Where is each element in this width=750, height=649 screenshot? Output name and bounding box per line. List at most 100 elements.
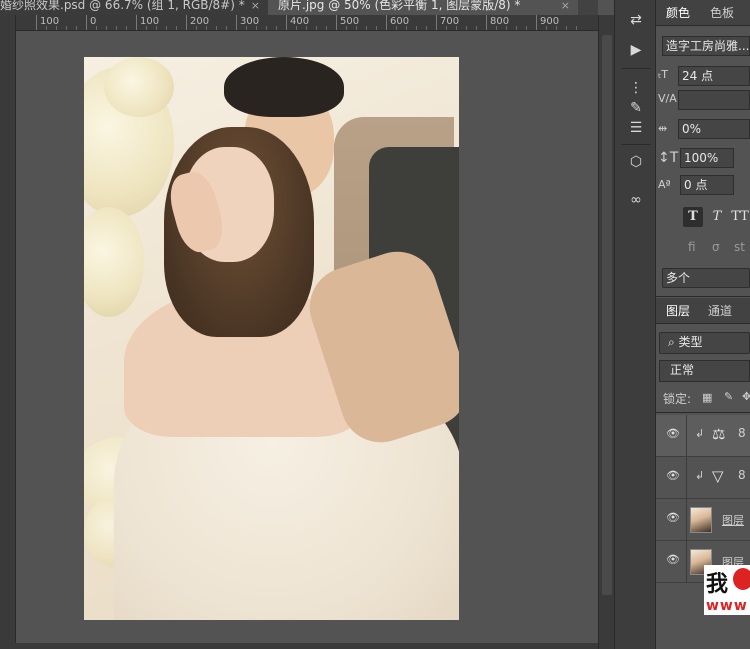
chain-link-icon[interactable]: 8 xyxy=(738,426,746,440)
bold-button[interactable]: T xyxy=(683,207,703,227)
ruler-minor-tick xyxy=(206,26,207,30)
watermark-logo-char: 我 xyxy=(706,571,729,597)
3d-cube-icon[interactable]: ⬡ xyxy=(626,152,646,172)
eye-icon[interactable]: 👁 xyxy=(666,470,680,481)
ligature-button[interactable]: fi xyxy=(688,240,696,254)
ruler-minor-tick xyxy=(326,26,327,30)
creative-cloud-icon[interactable]: ∞ xyxy=(626,190,646,210)
ruler-minor-tick xyxy=(526,26,527,30)
flower-bouquet xyxy=(104,57,174,117)
color-panel-tabs: 颜色 色板 xyxy=(656,0,750,26)
eye-icon[interactable]: 👁 xyxy=(666,512,680,523)
right-panel: 颜色 色板 造字工房尚雅... ₜT 24 点 V/A ⇹ 0% ↕T 100%… xyxy=(656,0,750,649)
eye-icon[interactable]: 👁 xyxy=(666,554,680,565)
layer-divider xyxy=(686,415,687,457)
layer-divider xyxy=(686,457,687,499)
ruler-minor-tick xyxy=(416,26,417,30)
ruler-minor-tick xyxy=(46,26,47,30)
lock-pixels-icon[interactable]: ✎ xyxy=(724,390,733,403)
close-icon[interactable]: × xyxy=(251,0,260,11)
kerning-field[interactable] xyxy=(678,90,750,110)
swap-arrows-icon[interactable]: ⇄ xyxy=(626,10,646,30)
stylistic-alt-button[interactable]: st xyxy=(734,240,745,254)
all-caps-button[interactable]: TT xyxy=(730,207,750,227)
font-family-select[interactable]: 造字工房尚雅... xyxy=(662,36,750,56)
ruler-tick: 100 xyxy=(136,15,159,30)
tab-color[interactable]: 颜色 xyxy=(666,0,690,26)
layer-row-image[interactable]: 👁 图层 xyxy=(656,499,750,541)
layers-panel-tabs: 图层 通道 xyxy=(656,298,750,324)
ruler-minor-tick xyxy=(316,26,317,30)
ruler-tick: 800 xyxy=(486,15,509,30)
ruler-tick: 900 xyxy=(536,15,559,30)
blend-mode-select[interactable]: 正常 xyxy=(659,360,750,382)
ruler-tick: 700 xyxy=(436,15,459,30)
baseline-shift-field[interactable]: 0 点 xyxy=(680,175,734,195)
tab-layers[interactable]: 图层 xyxy=(666,298,690,324)
ruler-minor-tick xyxy=(546,26,547,30)
ruler-minor-tick xyxy=(396,26,397,30)
language-select[interactable]: 多个 xyxy=(662,268,750,288)
panel-divider xyxy=(656,296,750,297)
italic-button[interactable]: T xyxy=(707,207,727,227)
baseline-shift-icon: Aª xyxy=(658,178,671,191)
ruler-minor-tick xyxy=(146,26,147,30)
tracking-icon: ⇹ xyxy=(658,122,668,135)
brush-presets-icon[interactable]: ⋮ xyxy=(626,78,646,98)
layer-thumbnail xyxy=(690,507,712,533)
ruler-minor-tick xyxy=(426,26,427,30)
vertical-scale-icon: ↕T xyxy=(658,150,679,166)
font-size-icon: ₜT xyxy=(658,68,668,81)
document-tab-psd[interactable]: 婚纱照效果.psd @ 66.7% (组 1, RGB/8#) * × xyxy=(0,0,268,15)
ruler-minor-tick xyxy=(366,26,367,30)
ruler-minor-tick xyxy=(256,26,257,30)
play-icon[interactable]: ▶ xyxy=(626,40,646,60)
horizontal-ruler: 100 0 100 200 300 400 500 600 700 800 900 xyxy=(16,15,598,31)
vertical-scrollbar[interactable] xyxy=(598,15,614,649)
ruler-minor-tick xyxy=(56,26,57,30)
ruler-minor-tick xyxy=(506,26,507,30)
lock-position-icon[interactable]: ✥ xyxy=(742,390,750,403)
ruler-tick: 300 xyxy=(236,15,259,30)
watermark-logo-mark xyxy=(733,568,750,590)
tool-separator xyxy=(621,68,651,69)
ruler-minor-tick xyxy=(276,26,277,30)
canvas-photo[interactable] xyxy=(84,57,459,620)
font-size-field[interactable]: 24 点 xyxy=(678,66,750,86)
vertical-scale-field[interactable]: 100% xyxy=(680,148,734,168)
tracking-field[interactable]: 0% xyxy=(678,119,750,139)
tab-swatches[interactable]: 色板 xyxy=(710,0,734,26)
ruler-minor-tick xyxy=(226,26,227,30)
kerning-icon: V/A xyxy=(658,92,677,105)
document-tab-bar: 婚纱照效果.psd @ 66.7% (组 1, RGB/8#) * × 原片.j… xyxy=(0,0,598,15)
ruler-minor-tick xyxy=(556,26,557,30)
close-icon[interactable]: × xyxy=(561,0,570,11)
ruler-minor-tick xyxy=(116,26,117,30)
swash-button[interactable]: σ xyxy=(712,240,720,254)
tab-channels[interactable]: 通道 xyxy=(708,298,732,324)
status-bar xyxy=(0,643,598,649)
ruler-minor-tick xyxy=(476,26,477,30)
lock-transparent-icon[interactable]: ▦ xyxy=(702,391,712,404)
layer-row-color-balance[interactable]: 👁 ↲ ⚖ 8 xyxy=(656,415,750,457)
ruler-tick: 400 xyxy=(286,15,309,30)
ruler-minor-tick xyxy=(176,26,177,30)
layer-name[interactable]: 图层 xyxy=(722,512,744,528)
ruler-minor-tick xyxy=(246,26,247,30)
ruler-minor-tick xyxy=(496,26,497,30)
ruler-minor-tick xyxy=(166,26,167,30)
layer-divider xyxy=(686,541,687,583)
ruler-minor-tick xyxy=(466,26,467,30)
layer-divider xyxy=(686,499,687,541)
brush-icon[interactable]: ✎ xyxy=(626,98,646,118)
chain-link-icon[interactable]: 8 xyxy=(738,468,746,482)
layer-filter-select[interactable]: ⌕ 类型 xyxy=(659,332,750,354)
document-tab-jpg[interactable]: 原片.jpg @ 50% (色彩平衡 1, 图层蒙版/8) * × xyxy=(268,0,578,15)
adjust-sliders-icon[interactable]: ☰ xyxy=(626,118,646,138)
ruler-minor-tick xyxy=(216,26,217,30)
scrollbar-thumb[interactable] xyxy=(602,35,612,595)
layer-row-adjustment[interactable]: 👁 ↲ ▽ 8 xyxy=(656,457,750,499)
eye-icon[interactable]: 👁 xyxy=(666,428,680,439)
ruler-minor-tick xyxy=(106,26,107,30)
ruler-tick: 200 xyxy=(186,15,209,30)
